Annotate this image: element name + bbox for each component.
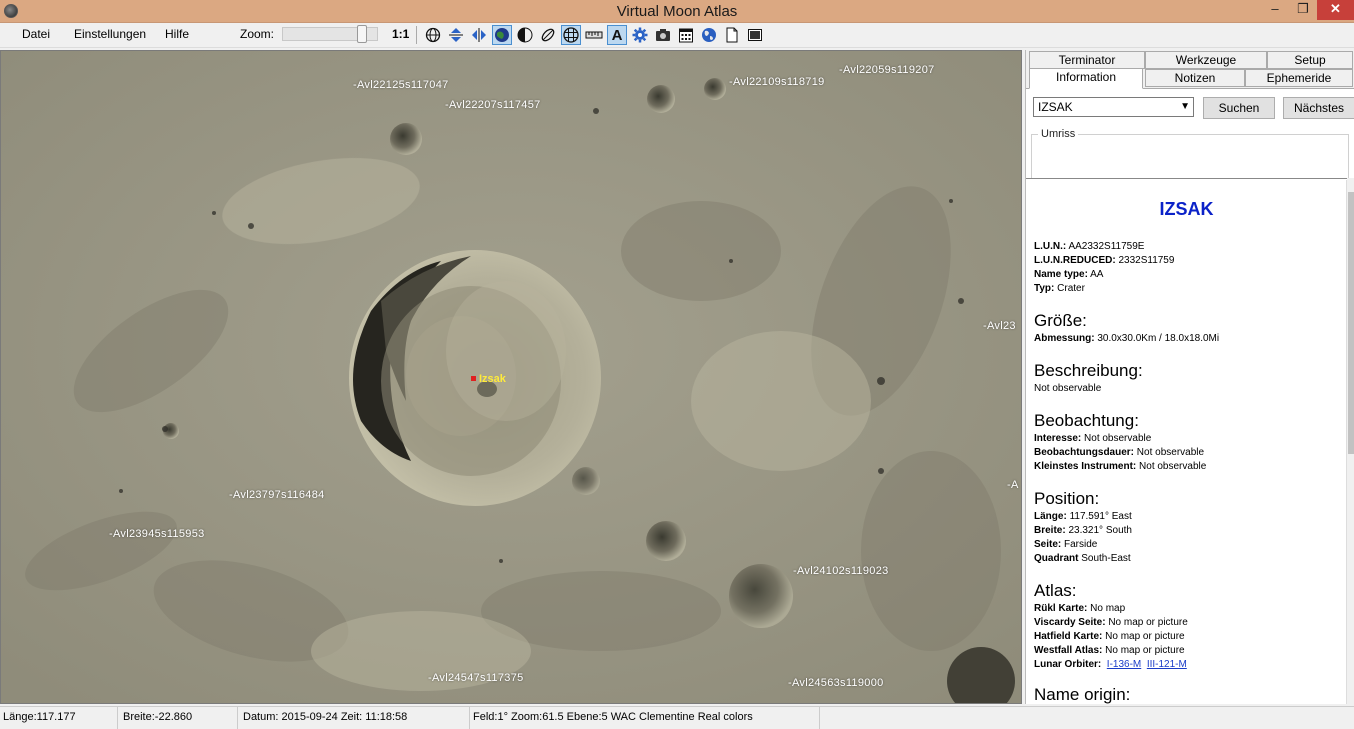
status-breite: Breite:-22.860	[120, 707, 238, 729]
moon-map-view[interactable]: -Avl22125s117047 -Avl22207s117457 -Avl22…	[0, 50, 1022, 704]
map-feature-label[interactable]: -Avl24102s119023	[793, 565, 889, 577]
orbiter-link-2[interactable]: III-121-M	[1147, 659, 1187, 670]
earth-view-icon[interactable]	[492, 25, 512, 45]
info-name-type: Name type: AA	[1034, 269, 1104, 280]
next-button[interactable]: Nächstes	[1283, 97, 1354, 119]
map-feature-label[interactable]: -Avl24563s119000	[788, 677, 884, 689]
map-feature-label[interactable]: -Avl22125s117047	[353, 79, 449, 91]
tab-terminator[interactable]: Terminator	[1029, 51, 1145, 69]
tab-information[interactable]: Information	[1029, 68, 1143, 89]
info-beschreibung: Not observable	[1034, 383, 1102, 394]
umriss-label: Umriss	[1038, 128, 1079, 140]
info-breite: Breite: 23.321° South	[1034, 525, 1132, 536]
info-lun: L.U.N.: AA2332S11759E	[1034, 241, 1145, 252]
heading-beobachtung: Beobachtung:	[1034, 411, 1139, 430]
ruler-icon[interactable]	[584, 25, 604, 45]
menu-datei[interactable]: Datei	[22, 27, 50, 41]
globe-icon[interactable]	[699, 25, 719, 45]
info-interesse: Interesse: Not observable	[1034, 433, 1152, 444]
info-kleinstes-instrument: Kleinstes Instrument: Not observable	[1034, 461, 1207, 472]
map-feature-label[interactable]: -Avl24547s117375	[428, 672, 524, 684]
map-feature-label[interactable]: -Avl23945s115953	[109, 528, 205, 540]
tab-ephemeride[interactable]: Ephemeride	[1245, 69, 1353, 87]
menu-toolbar: Datei Einstellungen Hilfe Zoom: 1:1 A	[0, 23, 1354, 48]
info-typ: Typ: Crater	[1034, 283, 1085, 294]
info-laenge: Länge: 117.591° East	[1034, 511, 1132, 522]
flip-vertical-icon[interactable]	[446, 25, 466, 45]
map-feature-label[interactable]: -Avl22109s118719	[729, 76, 825, 88]
title-bar: Virtual Moon Atlas – ❐ ✕	[0, 0, 1354, 23]
search-button[interactable]: Suchen	[1203, 97, 1275, 119]
moon-surface-image	[1, 51, 1021, 703]
heading-name-origin: Name origin:	[1034, 685, 1131, 704]
info-seite: Seite: Farside	[1034, 539, 1098, 550]
map-feature-label[interactable]: -A	[1007, 479, 1019, 491]
chevron-down-icon: ▼	[1180, 101, 1190, 112]
feature-select[interactable]: IZSAK ▼	[1033, 97, 1194, 117]
info-scrollbar[interactable]	[1346, 180, 1354, 704]
map-feature-label[interactable]: -Avl22059s119207	[839, 64, 935, 76]
toolbar-separator	[416, 26, 417, 44]
maximize-button[interactable]: ❐	[1290, 0, 1316, 20]
feature-select-value: IZSAK	[1038, 100, 1073, 114]
label-text-icon[interactable]: A	[607, 25, 627, 45]
grid-overlay-icon[interactable]	[561, 25, 581, 45]
umriss-frame	[1031, 134, 1349, 178]
info-viscardy: Viscardy Seite: No map or picture	[1034, 617, 1188, 628]
info-abmessung: Abmessung: 30.0x30.0Km / 18.0x18.0Mi	[1034, 333, 1220, 344]
info-lunar-orbiter: Lunar Orbiter: I-136-M III-121-M	[1034, 659, 1187, 670]
heading-atlas: Atlas:	[1034, 581, 1077, 600]
feature-info-view: IZSAK L.U.N.: AA2332S11759E L.U.N.REDUCE…	[1026, 178, 1347, 704]
umriss-group: Umriss	[1026, 120, 1354, 178]
heading-position: Position:	[1034, 489, 1100, 508]
info-hatfield: Hatfield Karte: No map or picture	[1034, 631, 1185, 642]
status-feld: Feld:1° Zoom:61.5 Ebene:5 WAC Clementine…	[470, 707, 820, 729]
zoom-reset-button[interactable]: 1:1	[392, 27, 409, 41]
zoom-label: Zoom:	[240, 27, 275, 41]
new-document-icon[interactable]	[722, 25, 742, 45]
tab-setup[interactable]: Setup	[1267, 51, 1353, 69]
zoom-slider[interactable]	[282, 25, 378, 43]
libration-icon[interactable]	[538, 25, 558, 45]
info-lun-reduced: L.U.N.REDUCED: 2332S11759	[1034, 255, 1175, 266]
flip-horizontal-icon[interactable]	[469, 25, 489, 45]
map-feature-label[interactable]: -Avl23	[983, 320, 1016, 332]
info-westfall: Westfall Atlas: No map or picture	[1034, 645, 1185, 656]
info-beobachtungsdauer: Beobachtungsdauer: Not observable	[1034, 447, 1205, 458]
status-datum-zeit: Datum: 2015-09-24 Zeit: 11:18:58	[240, 707, 470, 729]
search-row: IZSAK ▼ Suchen Nächstes	[1026, 88, 1354, 120]
moon-phase-icon[interactable]	[515, 25, 535, 45]
window-title: Virtual Moon Atlas	[616, 3, 738, 20]
info-quadrant: Quadrant South-East	[1034, 553, 1131, 564]
zoom-slider-thumb[interactable]	[357, 25, 367, 43]
grid-globe-icon[interactable]	[423, 25, 443, 45]
heading-beschreibung: Beschreibung:	[1034, 361, 1143, 380]
calendar-icon[interactable]	[676, 25, 696, 45]
menu-einstellungen[interactable]: Einstellungen	[74, 27, 146, 41]
camera-icon[interactable]	[653, 25, 673, 45]
tab-notizen[interactable]: Notizen	[1145, 69, 1245, 87]
scrollbar-thumb[interactable]	[1348, 192, 1354, 454]
info-rukl: Rükl Karte: No map	[1034, 603, 1126, 614]
minimize-button[interactable]: –	[1262, 0, 1288, 20]
status-laenge: Länge:117.177	[0, 707, 118, 729]
info-panel: Terminator Werkzeuge Setup Information N…	[1025, 50, 1354, 704]
menu-hilfe[interactable]: Hilfe	[165, 27, 189, 41]
map-feature-label[interactable]: -Avl23797s116484	[229, 489, 325, 501]
orbiter-link-1[interactable]: I-136-M	[1107, 659, 1141, 670]
heading-groesse: Größe:	[1034, 311, 1087, 330]
status-bar: Länge:117.177 Breite:-22.860 Datum: 2015…	[0, 706, 1354, 729]
close-button[interactable]: ✕	[1317, 0, 1354, 20]
settings-gear-icon[interactable]	[630, 25, 650, 45]
tab-werkzeuge[interactable]: Werkzeuge	[1145, 51, 1267, 69]
selected-crater-label[interactable]: Izsak	[479, 373, 506, 385]
map-feature-label[interactable]: -Avl22207s117457	[445, 99, 541, 111]
selected-crater-marker	[471, 376, 476, 381]
fullscreen-icon[interactable]	[745, 25, 765, 45]
feature-name: IZSAK	[1159, 199, 1214, 219]
